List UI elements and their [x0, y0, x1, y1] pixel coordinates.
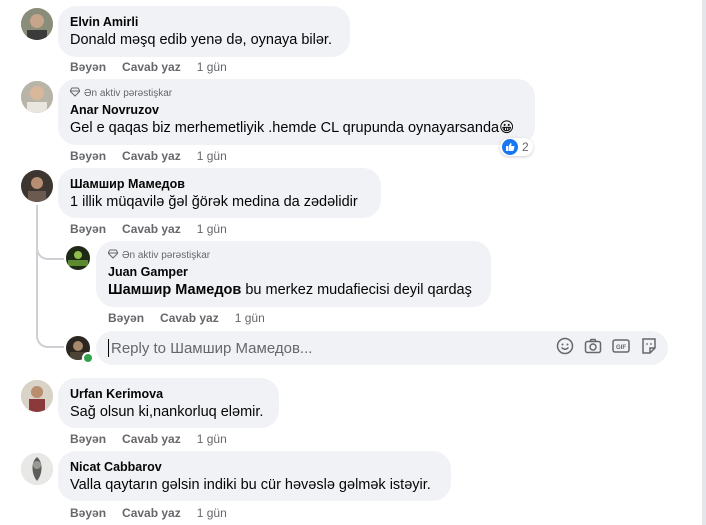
comment-text: Gel e qaqas biz merhemetliyik .hemde CL … — [70, 120, 515, 136]
like-reaction-icon — [502, 139, 518, 155]
reply-button[interactable]: Cavab yaz — [122, 149, 181, 163]
comment-bubble: Elvin Amirli Donald məşq edib yenə də, o… — [58, 6, 350, 57]
reply-input[interactable]: Reply to Шамшир Мамедов... GIF — [96, 331, 668, 365]
timestamp[interactable]: 1 gün — [197, 60, 227, 74]
comment-bubble: Шамшир Мамедов 1 illik müqavilə ğəl ğörə… — [58, 168, 381, 218]
comment-text: Valla qaytarın gəlsin indiki bu cür həvə… — [70, 477, 431, 493]
timestamp[interactable]: 1 gün — [197, 149, 227, 163]
comment-bubble: Nicat Cabbarov Valla qaytarın gəlsin ind… — [58, 451, 451, 501]
like-button[interactable]: Bəyən — [70, 222, 106, 236]
svg-text:GIF: GIF — [616, 345, 626, 351]
comment-bubble: Ən aktiv pərəstişkar Anar Novruzov Gel e… — [58, 79, 535, 145]
avatar[interactable] — [21, 453, 53, 485]
avatar[interactable] — [21, 170, 53, 202]
badge-label: Ən aktiv pərəstişkar — [84, 88, 173, 99]
page-edge — [702, 0, 706, 525]
top-fan-badge: Ən aktiv pərəstişkar — [69, 87, 523, 100]
camera-icon[interactable] — [584, 337, 602, 360]
comment-author[interactable]: Nicat Cabbarov — [70, 459, 439, 475]
top-fan-badge: Ən aktiv pərəstişkar — [107, 249, 479, 262]
reply-author[interactable]: Juan Gamper — [108, 264, 479, 280]
sticker-icon[interactable] — [640, 337, 658, 360]
like-button[interactable]: Bəyən — [70, 506, 106, 520]
emoji-icon[interactable] — [556, 337, 574, 360]
reply-button[interactable]: Cavab yaz — [122, 60, 181, 74]
gif-icon[interactable]: GIF — [612, 337, 630, 360]
comment-author[interactable]: Urfan Kerimova — [70, 386, 267, 402]
comment-text: Donald məşq edib yenə də, oynaya bilər. — [70, 32, 332, 48]
timestamp[interactable]: 1 gün — [197, 222, 227, 236]
avatar[interactable] — [66, 246, 90, 270]
timestamp[interactable]: 1 gün — [197, 432, 227, 446]
comment-author[interactable]: Elvin Amirli — [70, 14, 338, 30]
text-cursor — [108, 339, 109, 357]
comment-text: Sağ olsun ki,nankorluq eləmir. — [70, 404, 264, 420]
avatar[interactable] — [21, 380, 53, 412]
reply-placeholder: Reply to Шамшир Мамедов... — [111, 339, 313, 357]
reply-body: bu merkez mudafiecisi deyil qardaş — [241, 282, 472, 298]
comment-text: 1 illik müqavilə ğəl ğörək medina da zəd… — [70, 194, 358, 210]
badge-label: Ən aktiv pərəstişkar — [122, 250, 211, 261]
reaction-count: 2 — [522, 140, 529, 154]
timestamp[interactable]: 1 gün — [197, 506, 227, 520]
avatar[interactable] — [21, 8, 53, 40]
online-status-indicator — [82, 352, 94, 364]
mention-link[interactable]: Шамшир Мамедов — [108, 282, 241, 298]
diamond-icon — [107, 249, 119, 262]
like-button[interactable]: Bəyən — [108, 311, 144, 325]
comment-bubble: Urfan Kerimova Sağ olsun ki,nankorluq el… — [58, 378, 279, 428]
comment-author[interactable]: Шамшир Мамедов — [70, 176, 369, 192]
comment-author[interactable]: Anar Novruzov — [70, 102, 523, 118]
reply-button[interactable]: Cavab yaz — [122, 506, 181, 520]
timestamp[interactable]: 1 gün — [235, 311, 265, 325]
reply-text: Шамшир Мамедов bu merkez mudafiecisi dey… — [108, 280, 479, 300]
like-button[interactable]: Bəyən — [70, 60, 106, 74]
thread-connector — [36, 250, 64, 348]
reaction-summary[interactable]: 2 — [500, 138, 533, 156]
reply-bubble: Ən aktiv pərəstişkar Juan Gamper Шамшир … — [96, 241, 491, 307]
avatar[interactable] — [21, 81, 53, 113]
diamond-icon — [69, 87, 81, 100]
like-button[interactable]: Bəyən — [70, 149, 106, 163]
reply-button[interactable]: Cavab yaz — [122, 432, 181, 446]
reply-button[interactable]: Cavab yaz — [160, 311, 219, 325]
like-button[interactable]: Bəyən — [70, 432, 106, 446]
reply-button[interactable]: Cavab yaz — [122, 222, 181, 236]
